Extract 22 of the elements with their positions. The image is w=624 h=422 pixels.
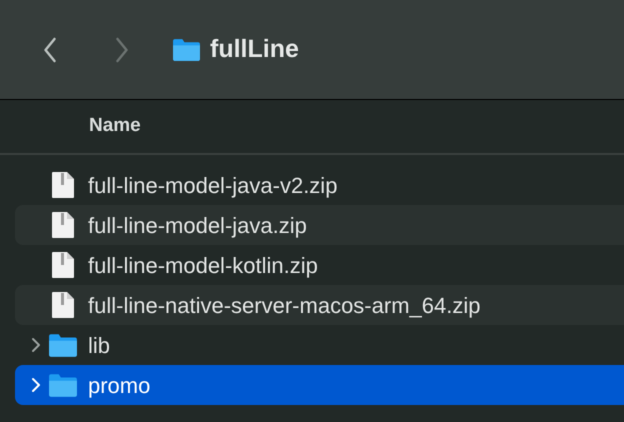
file-row[interactable]: full-line-model-java-v2.zip <box>15 165 624 205</box>
zip-file-icon <box>51 211 75 239</box>
window-title: fullLine <box>210 34 299 65</box>
column-header[interactable]: Name <box>89 112 141 141</box>
file-name: full-line-model-java.zip <box>88 212 307 240</box>
file-row[interactable]: full-line-native-server-macos-arm_64.zip <box>15 285 624 325</box>
file-name: promo <box>88 372 150 400</box>
file-row[interactable]: lib <box>15 325 624 365</box>
folder-icon <box>172 37 201 62</box>
file-name: lib <box>88 332 110 360</box>
zip-file-icon <box>51 291 75 319</box>
file-name: full-line-model-kotlin.zip <box>88 252 318 280</box>
disclosure-chevron-icon[interactable] <box>30 337 40 353</box>
file-name: full-line-model-java-v2.zip <box>88 172 338 200</box>
file-name: full-line-native-server-macos-arm_64.zip <box>88 292 480 320</box>
zip-file-icon <box>51 251 75 279</box>
file-row[interactable]: promo <box>15 365 624 405</box>
file-row[interactable]: full-line-model-kotlin.zip <box>15 245 624 285</box>
folder-icon <box>48 372 78 398</box>
zip-file-icon <box>51 171 75 199</box>
folder-icon <box>48 332 78 358</box>
file-row[interactable]: full-line-model-java.zip <box>15 205 624 245</box>
